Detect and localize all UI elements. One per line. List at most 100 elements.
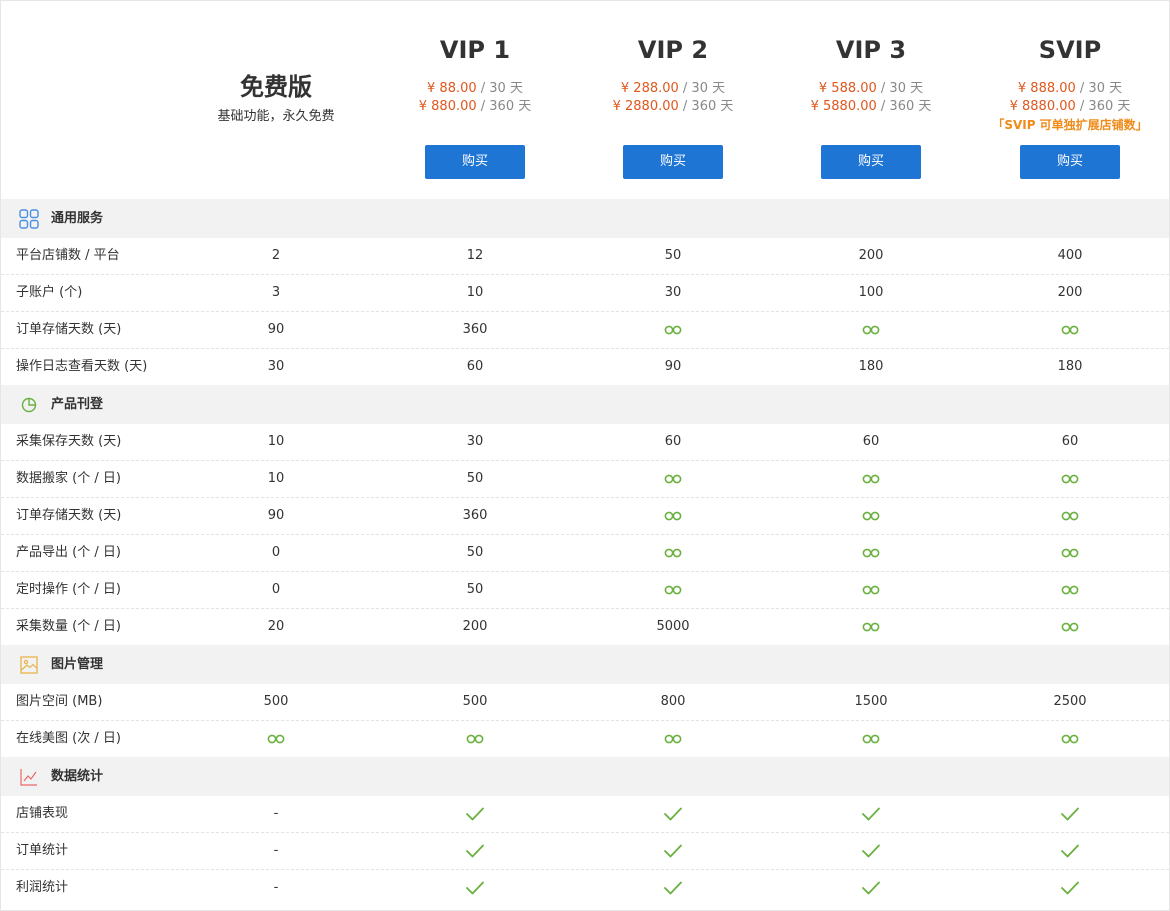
price-amount: ¥ 2880.00 <box>612 99 679 114</box>
plan-title: 免费版 <box>240 73 312 101</box>
plan-description: 基础功能，永久免费 <box>217 109 335 124</box>
feature-label: 店铺表现 <box>16 806 69 821</box>
section-header: 图片管理 <box>1 645 1169 684</box>
value-free: - <box>273 843 279 858</box>
value-free: 500 <box>263 694 289 709</box>
check-icon <box>771 870 971 906</box>
table-row: 产品导出 (个 / 日) 0 50 <box>1 535 1169 572</box>
price-amount: ¥ 288.00 <box>620 81 679 96</box>
table-row: 订单存储天数 (天) 90 360 <box>1 312 1169 349</box>
check-icon <box>970 796 1169 832</box>
plan-svip: SVIP ¥ 888.00 / 30 天 ¥ 8880.00 / 360 天 「… <box>970 1 1169 199</box>
plan-vip3: VIP 3 ¥ 588.00 / 30 天 ¥ 5880.00 / 360 天 … <box>771 1 971 199</box>
table-row: 定时操作 (个 / 日) 0 50 <box>1 572 1169 609</box>
svip-note: 「SVIP 可单独扩展店铺数」 <box>992 118 1148 132</box>
feature-label: 在线美图 (次 / 日) <box>16 731 121 746</box>
check-icon <box>375 833 575 869</box>
price-monthly: ¥ 888.00 / 30 天 <box>970 80 1169 98</box>
value-vip3: 180 <box>858 359 884 374</box>
check-icon <box>573 870 773 906</box>
value-vip2: 60 <box>664 434 682 449</box>
value-vip1: 360 <box>462 508 488 523</box>
plan-title: VIP 1 <box>439 36 511 64</box>
buy-button-vip1[interactable]: 购买 <box>425 145 525 179</box>
price-monthly: ¥ 88.00 / 30 天 <box>375 80 575 98</box>
infinity-icon <box>771 312 971 348</box>
section-title: 数据统计 <box>51 769 104 784</box>
feature-label: 产品导出 (个 / 日) <box>16 545 121 560</box>
price-yearly: ¥ 5880.00 / 360 天 <box>771 98 971 116</box>
grid-icon <box>18 208 40 230</box>
value-free: - <box>273 806 279 821</box>
value-free: 3 <box>271 285 281 300</box>
plans-header: 免费版 基础功能，永久免费 VIP 1 ¥ 88.00 / 30 天 ¥ 880… <box>1 1 1169 199</box>
infinity-icon <box>771 721 971 757</box>
value-vip1: 500 <box>462 694 488 709</box>
value-svip: 180 <box>1057 359 1083 374</box>
check-icon <box>375 796 575 832</box>
value-svip: 2500 <box>1053 694 1087 709</box>
feature-label: 订单统计 <box>16 843 69 858</box>
buy-button-vip3[interactable]: 购买 <box>821 145 921 179</box>
feature-label: 操作日志查看天数 (天) <box>16 359 148 374</box>
section-header: 通用服务 <box>1 199 1169 238</box>
price-monthly: ¥ 588.00 / 30 天 <box>771 80 971 98</box>
price-amount: ¥ 880.00 <box>418 99 477 114</box>
feature-label: 子账户 (个) <box>16 285 83 300</box>
value-vip1: 10 <box>466 285 484 300</box>
infinity-icon <box>771 535 971 571</box>
buy-button-svip[interactable]: 购买 <box>1020 145 1120 179</box>
value-free: 30 <box>267 359 285 374</box>
infinity-icon <box>970 461 1169 497</box>
value-vip1: 360 <box>462 322 488 337</box>
infinity-icon <box>573 461 773 497</box>
infinity-icon <box>970 721 1169 757</box>
section-header: 数据统计 <box>1 757 1169 796</box>
price-amount: ¥ 88.00 <box>427 81 477 96</box>
value-free: 2 <box>271 248 281 263</box>
table-row: 采集数量 (个 / 日) 20 200 5000 <box>1 609 1169 645</box>
value-vip2: 50 <box>664 248 682 263</box>
infinity-icon <box>970 498 1169 534</box>
table-row: 在线美图 (次 / 日) <box>1 721 1169 757</box>
table-row: 平台店铺数 / 平台 2 12 50 200 400 <box>1 238 1169 275</box>
table-row: 订单统计 - <box>1 833 1169 870</box>
table-row: 采集保存天数 (天) 10 30 60 60 60 <box>1 424 1169 461</box>
plan-vip2: VIP 2 ¥ 288.00 / 30 天 ¥ 2880.00 / 360 天 … <box>573 1 773 199</box>
infinity-icon <box>771 572 971 608</box>
image-icon <box>18 654 40 676</box>
feature-label: 订单存储天数 (天) <box>16 508 122 523</box>
price-period: / 30 天 <box>876 81 924 96</box>
price-period: / 360 天 <box>1075 99 1131 114</box>
check-icon <box>573 833 773 869</box>
pricing-table: 免费版 基础功能，永久免费 VIP 1 ¥ 88.00 / 30 天 ¥ 880… <box>0 0 1170 911</box>
value-free: 10 <box>267 434 285 449</box>
plan-title: VIP 3 <box>835 36 907 64</box>
price-period: / 360 天 <box>476 99 532 114</box>
value-vip2: 90 <box>664 359 682 374</box>
price-period: / 30 天 <box>678 81 726 96</box>
price-amount: ¥ 5880.00 <box>810 99 877 114</box>
feature-label: 数据搬家 (个 / 日) <box>16 471 121 486</box>
pie-chart-icon <box>18 394 40 416</box>
check-icon <box>573 796 773 832</box>
price-yearly: ¥ 2880.00 / 360 天 <box>573 98 773 116</box>
price-monthly: ¥ 288.00 / 30 天 <box>573 80 773 98</box>
value-vip2: 5000 <box>656 619 690 634</box>
value-vip3: 100 <box>858 285 884 300</box>
value-free: - <box>273 880 279 895</box>
value-vip3: 60 <box>862 434 880 449</box>
plan-title: VIP 2 <box>637 36 709 64</box>
infinity-icon <box>771 609 971 645</box>
value-vip1: 50 <box>466 471 484 486</box>
table-row: 图片空间 (MB) 500 500 800 1500 2500 <box>1 684 1169 721</box>
table-row: 子账户 (个) 3 10 30 100 200 <box>1 275 1169 312</box>
value-vip3: 200 <box>858 248 884 263</box>
value-vip2: 30 <box>664 285 682 300</box>
infinity-icon <box>970 609 1169 645</box>
buy-button-vip2[interactable]: 购买 <box>623 145 723 179</box>
value-vip1: 50 <box>466 582 484 597</box>
table-row: 店铺表现 - <box>1 796 1169 833</box>
value-svip: 400 <box>1057 248 1083 263</box>
infinity-icon <box>970 312 1169 348</box>
